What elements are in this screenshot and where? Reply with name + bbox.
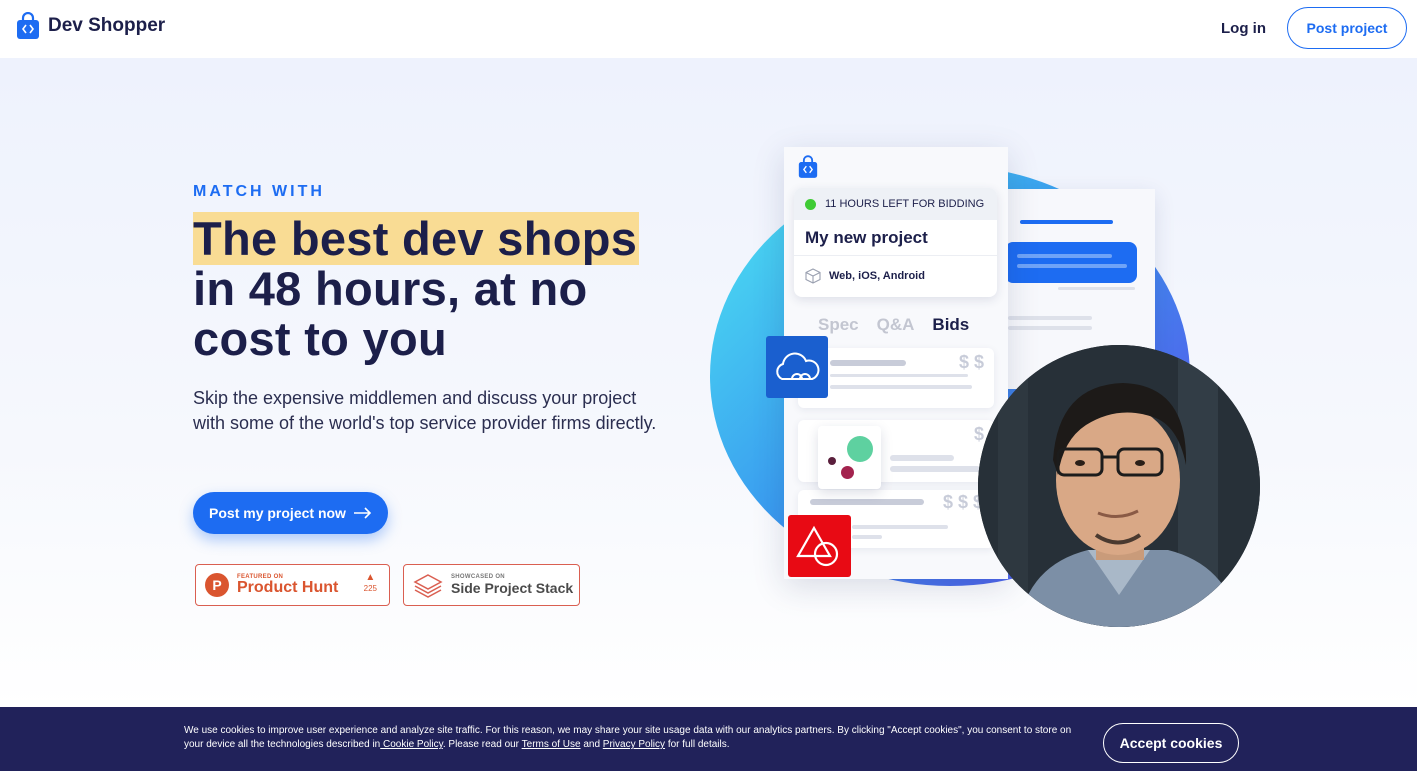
hero-headline: The best dev shops in 48 hours, at no co…: [193, 212, 673, 365]
bid-line: [810, 499, 924, 505]
bid-price: $: [974, 424, 985, 444]
bid-line: [830, 385, 972, 389]
stack-layers-icon: [413, 574, 443, 598]
headline-highlight: The best dev shops: [193, 212, 640, 265]
cube-icon: [805, 268, 821, 284]
chat-line: [1058, 287, 1135, 290]
chat-message-bubble: [1005, 242, 1137, 283]
bid-line: [852, 535, 882, 539]
bid-line: [890, 455, 954, 461]
upvote-count: ▲ 225: [364, 572, 377, 593]
side-project-stack-badge[interactable]: SHOWCASED ON Side Project Stack: [403, 564, 580, 606]
product-hunt-badge[interactable]: P FEATURED ON Product Hunt ▲ 225: [195, 564, 390, 606]
cookie-text-part: and: [583, 739, 601, 750]
hero-eyebrow: MATCH WITH: [193, 183, 325, 200]
triangle-circle-icon: [795, 525, 838, 567]
chat-line: [1008, 326, 1092, 330]
sps-name: Side Project Stack: [451, 580, 574, 596]
bid-line: [830, 360, 906, 366]
dark-dot-shape: [828, 457, 836, 465]
cookie-banner: We use cookies to improve user experienc…: [0, 707, 1417, 771]
bid-line: [830, 374, 968, 377]
platforms-text: Web, iOS, Android: [829, 270, 925, 282]
brand-name: Dev Shopper: [48, 15, 166, 36]
tab-spec: Spec: [818, 315, 859, 334]
bidding-status-row: 11 HOURS LEFT FOR BIDDING: [794, 188, 997, 220]
arrow-right-icon: [353, 507, 372, 519]
shopping-bag-icon: [798, 155, 818, 178]
person-illustration: [978, 345, 1260, 627]
project-summary-card: 11 HOURS LEFT FOR BIDDING My new project…: [794, 188, 997, 297]
headline-line-2: in 48 hours, at no: [193, 262, 588, 315]
post-my-project-button[interactable]: Post my project now: [193, 492, 388, 534]
project-title: My new project: [794, 220, 997, 256]
cookie-text-part: . Please read our: [442, 739, 520, 750]
accept-cookies-button[interactable]: Accept cookies: [1103, 723, 1239, 763]
terms-of-use-link[interactable]: Terms of Use: [522, 739, 581, 750]
tab-qa: Q&A: [876, 315, 915, 334]
tab-bids: Bids: [932, 315, 970, 334]
cookie-policy-link[interactable]: Cookie Policy: [380, 739, 443, 750]
cta-label: Post my project now: [209, 505, 346, 521]
status-dot-icon: [805, 198, 816, 210]
site-header: Dev Shopper Log in Post project: [0, 0, 1417, 58]
cloud-icon: [776, 352, 820, 380]
cookie-text: We use cookies to improve user experienc…: [184, 724, 1084, 752]
bid-line: [890, 466, 980, 472]
upvote-triangle-icon: ▲: [365, 572, 376, 583]
dots-app-icon: [818, 426, 881, 489]
product-hunt-name: Product Hunt: [237, 579, 339, 596]
developer-portrait: [978, 345, 1260, 627]
chat-header-line: [1020, 220, 1113, 224]
project-tabs: Spec Q&A Bids: [818, 315, 969, 335]
bidding-status-text: 11 HOURS LEFT FOR BIDDING: [825, 198, 985, 210]
bid-line: [852, 525, 948, 529]
upvote-number: 225: [363, 584, 377, 593]
post-project-button[interactable]: Post project: [1287, 7, 1407, 49]
green-dot-shape: [847, 436, 873, 462]
brand-logo[interactable]: Dev Shopper: [16, 12, 165, 40]
triangle-circle-app-icon: [788, 515, 851, 577]
login-link[interactable]: Log in: [1221, 20, 1266, 37]
bid-price: $ $: [959, 352, 985, 372]
bid-price: $ $ $: [943, 492, 984, 512]
headline-line-3: cost to you: [193, 312, 447, 365]
shopping-bag-icon: [17, 12, 39, 39]
cookie-text-part: for full details.: [667, 739, 730, 750]
hero-subtext: Skip the expensive middlemen and discuss…: [193, 388, 657, 433]
product-hunt-icon: P: [205, 573, 229, 597]
chat-line: [1008, 316, 1092, 320]
privacy-policy-link[interactable]: Privacy Policy: [603, 739, 665, 750]
cloud-app-icon: [766, 336, 828, 398]
platforms-row: Web, iOS, Android: [794, 256, 997, 296]
maroon-dot-shape: [841, 466, 854, 479]
